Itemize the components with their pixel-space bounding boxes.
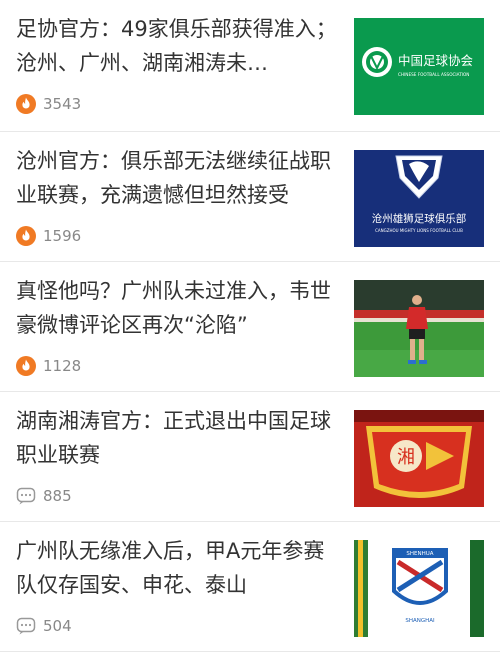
- svg-text:湘: 湘: [397, 447, 415, 468]
- comment-count[interactable]: 885: [16, 486, 72, 506]
- news-item-hunan-xiangtao[interactable]: 湖南湘涛官方：正式退出中国足球职业联赛 885 湘: [0, 392, 500, 522]
- comment-count[interactable]: 504: [16, 616, 72, 636]
- comment-icon: [16, 486, 36, 506]
- flame-icon: [16, 94, 36, 114]
- flame-icon: [16, 356, 36, 376]
- news-thumbnail[interactable]: [354, 280, 484, 377]
- news-title[interactable]: 广州队无缘准入后，甲A元年参赛队仅存国安、申花、泰山: [16, 534, 338, 602]
- comment-count-value: 885: [43, 487, 72, 505]
- news-item-jia-a[interactable]: 广州队无缘准入后，甲A元年参赛队仅存国安、申花、泰山 504 SHENHUA S…: [0, 522, 500, 652]
- news-feed: 足协官方：49家俱乐部获得准入；沧州、广州、湖南湘涛未… 3543 中国足球协会…: [0, 0, 500, 652]
- news-title[interactable]: 沧州官方：俱乐部无法继续征战职业联赛，充满遗憾但坦然接受: [16, 144, 338, 212]
- hot-count: 3543: [16, 94, 81, 114]
- news-thumbnail[interactable]: SHENHUA SHANGHAI: [354, 540, 484, 637]
- logo-text-top: SHENHUA: [406, 551, 433, 557]
- logo-text-cn: 中国足球协会: [398, 53, 474, 68]
- logo-text-cn: 沧州雄狮足球俱乐部: [372, 212, 467, 225]
- logo-text-en: CANGZHOU MIGHTY LIONS FOOTBALL CLUB: [375, 228, 463, 233]
- flame-icon: [16, 226, 36, 246]
- news-thumbnail[interactable]: 湘: [354, 410, 484, 507]
- hot-count-value: 3543: [43, 95, 82, 113]
- news-item-wei-shihao[interactable]: 真怪他吗？广州队未过准入，韦世豪微博评论区再次“沦陷” 1128: [0, 262, 500, 392]
- hot-count: 1128: [16, 356, 81, 376]
- logo-text-en: CHINESE FOOTBALL ASSOCIATION: [398, 72, 469, 77]
- news-item-cfa-access[interactable]: 足协官方：49家俱乐部获得准入；沧州、广州、湖南湘涛未… 3543 中国足球协会…: [0, 0, 500, 132]
- news-title[interactable]: 湖南湘涛官方：正式退出中国足球职业联赛: [16, 404, 338, 472]
- hot-count-value: 1596: [43, 227, 82, 245]
- news-thumbnail[interactable]: 中国足球协会 CHINESE FOOTBALL ASSOCIATION: [354, 18, 484, 115]
- hot-count: 1596: [16, 226, 81, 246]
- news-title[interactable]: 足协官方：49家俱乐部获得准入；沧州、广州、湖南湘涛未…: [16, 12, 338, 80]
- hot-count-value: 1128: [43, 357, 82, 375]
- news-title[interactable]: 真怪他吗？广州队未过准入，韦世豪微博评论区再次“沦陷”: [16, 274, 338, 342]
- comment-count-value: 504: [43, 617, 72, 635]
- news-thumbnail[interactable]: 沧州雄狮足球俱乐部 CANGZHOU MIGHTY LIONS FOOTBALL…: [354, 150, 484, 247]
- logo-text-bottom: SHANGHAI: [405, 618, 435, 624]
- comment-icon: [16, 616, 36, 636]
- news-item-cangzhou[interactable]: 沧州官方：俱乐部无法继续征战职业联赛，充满遗憾但坦然接受 1596 沧州雄狮足球…: [0, 132, 500, 262]
